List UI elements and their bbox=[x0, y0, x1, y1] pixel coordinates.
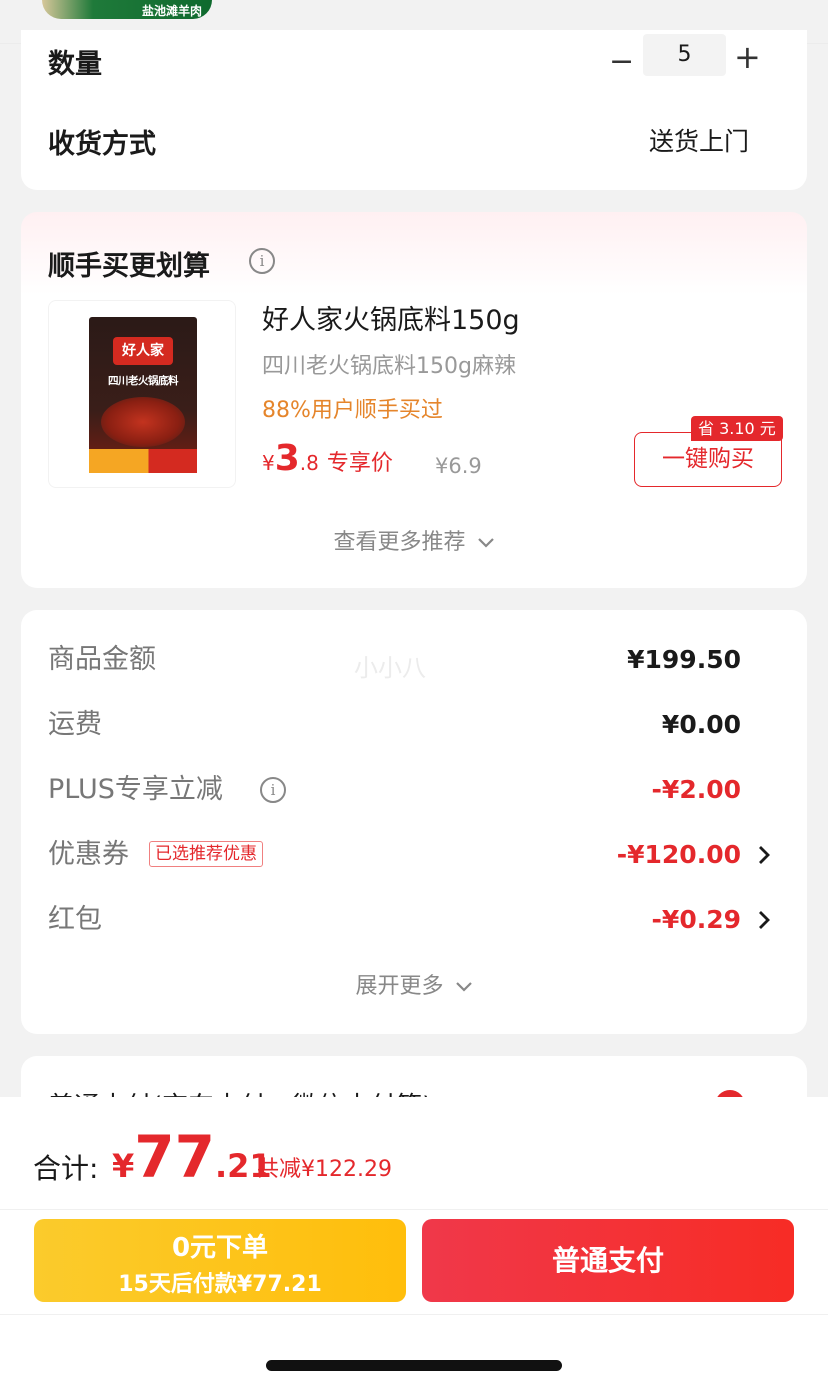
price-currency: ¥ bbox=[262, 451, 275, 475]
summary-value: -¥0.29 bbox=[651, 905, 741, 934]
summary-row-red-packet[interactable]: 红包 -¥0.29 bbox=[48, 900, 770, 940]
price-integer: 3 bbox=[274, 438, 300, 479]
addon-product-spec: 四川老火锅底料150g麻辣 bbox=[262, 354, 516, 379]
summary-value: ¥199.50 bbox=[627, 645, 741, 674]
summary-label: 红包 bbox=[48, 904, 102, 935]
summary-label: 商品金额 bbox=[48, 644, 156, 675]
more-recommendations-link[interactable]: 查看更多推荐 bbox=[21, 524, 807, 556]
package-band bbox=[89, 449, 197, 473]
quantity-label: 数量 bbox=[48, 49, 102, 80]
price-summary-card: 小小八 商品金额 ¥199.50 运费 ¥0.00 PLUS专享立减 i -¥2… bbox=[21, 610, 807, 1034]
info-icon[interactable]: i bbox=[260, 777, 286, 803]
delivery-label: 收货方式 bbox=[48, 129, 156, 160]
info-icon[interactable]: i bbox=[249, 248, 275, 274]
total-currency: ¥ bbox=[112, 1147, 135, 1185]
summary-value: -¥2.00 bbox=[651, 775, 741, 804]
quantity-plus-button[interactable]: + bbox=[734, 38, 761, 76]
package-graphic: 好人家 四川老火锅底料 bbox=[89, 317, 197, 473]
more-recommendations-label: 查看更多推荐 bbox=[333, 530, 466, 555]
normal-pay-button[interactable]: 普通支付 bbox=[422, 1219, 794, 1302]
save-badge: 省 3.10 元 bbox=[691, 416, 783, 441]
quantity-minus-button[interactable]: − bbox=[609, 44, 634, 79]
package-name: 四川老火锅底料 bbox=[108, 375, 179, 387]
summary-value: -¥120.00 bbox=[616, 840, 741, 869]
summary-label: 运费 bbox=[48, 709, 102, 740]
bottom-checkout-bar: 合计: ¥77.21 共减¥122.29 0元下单 15天后付款¥77.21 普… bbox=[0, 1097, 828, 1389]
coupon-tag: 已选推荐优惠 bbox=[149, 841, 263, 867]
chevron-down-icon bbox=[477, 538, 494, 548]
product-thumb-label: 盐池滩羊肉 bbox=[141, 4, 202, 18]
zero-yuan-order-label: 0元下单 bbox=[171, 1233, 269, 1263]
addon-price: ¥3.8 专享价 bbox=[262, 438, 393, 479]
chevron-down-icon bbox=[455, 982, 472, 992]
addon-product-image[interactable]: 好人家 四川老火锅底料 bbox=[48, 300, 236, 488]
delivery-value[interactable]: 送货上门 bbox=[649, 122, 749, 158]
hotpot-bowl-graphic bbox=[101, 397, 185, 447]
summary-row-subtotal: 商品金额 ¥199.50 bbox=[48, 640, 741, 680]
summary-label: 优惠券 bbox=[48, 839, 129, 870]
pay-later-label: 15天后付款¥77.21 bbox=[118, 1272, 322, 1297]
home-indicator[interactable] bbox=[266, 1360, 562, 1371]
total-integer: 77 bbox=[134, 1123, 215, 1191]
price-decimal: .8 bbox=[299, 451, 319, 475]
addon-title: 顺手买更划算 bbox=[48, 251, 210, 282]
price-tag: 专享价 bbox=[326, 451, 393, 476]
chevron-right-icon[interactable] bbox=[750, 841, 778, 869]
total-price: ¥77.21 bbox=[112, 1123, 272, 1191]
addon-card: 顺手买更划算 i 好人家 四川老火锅底料 好人家火锅底料150g 四川老火锅底料… bbox=[21, 212, 807, 588]
expand-more-link[interactable]: 展开更多 bbox=[21, 968, 807, 1000]
order-card: 数量 − 5 + 收货方式 送货上门 bbox=[21, 30, 807, 190]
divider bbox=[0, 1314, 828, 1315]
zero-yuan-order-button[interactable]: 0元下单 15天后付款¥77.21 bbox=[34, 1219, 406, 1302]
addon-product-name[interactable]: 好人家火锅底料150g bbox=[262, 298, 520, 337]
summary-value: ¥0.00 bbox=[661, 710, 741, 739]
expand-more-label: 展开更多 bbox=[355, 974, 444, 999]
chevron-right-icon[interactable] bbox=[750, 906, 778, 934]
package-brand: 好人家 bbox=[113, 337, 173, 365]
total-savings: 共减¥122.29 bbox=[257, 1157, 392, 1182]
total-label: 合计: bbox=[33, 1152, 99, 1185]
summary-row-shipping: 运费 ¥0.00 bbox=[48, 705, 741, 745]
divider bbox=[0, 1209, 828, 1210]
quantity-value[interactable]: 5 bbox=[643, 34, 726, 76]
addon-purchase-stat: 88%用户顺手买过 bbox=[262, 398, 443, 423]
summary-row-plus-discount: PLUS专享立减 i -¥2.00 bbox=[48, 770, 741, 810]
product-thumbnail: 盐池滩羊肉 bbox=[42, 0, 212, 19]
original-price: ¥6.9 bbox=[435, 454, 482, 478]
summary-row-coupon[interactable]: 优惠券 已选推荐优惠 -¥120.00 bbox=[48, 835, 770, 875]
summary-label: PLUS专享立减 bbox=[48, 774, 223, 805]
